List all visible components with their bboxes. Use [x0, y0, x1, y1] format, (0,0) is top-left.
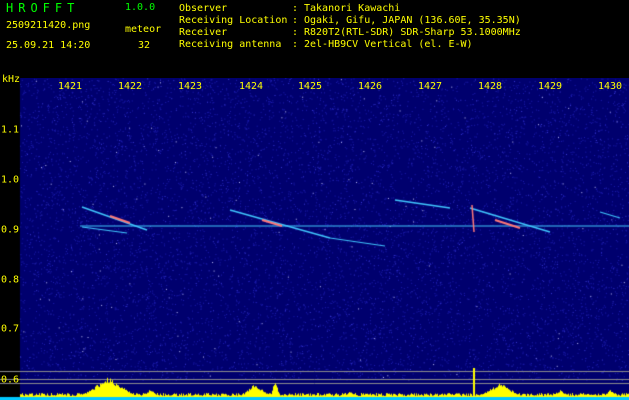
- x-tick-label: 1424: [238, 81, 264, 92]
- x-tick-label: 1425: [297, 81, 323, 92]
- meteor-count: 32: [138, 40, 151, 51]
- info-row-antenna: Receiving antenna:2el-HB9CV Vertical (el…: [179, 39, 473, 50]
- x-tick-label: 1422: [117, 81, 143, 92]
- info-value: R820T2(RTL-SDR) SDR-Sharp 53.1000MHz: [304, 27, 521, 38]
- app-title: HROFFT: [6, 1, 80, 15]
- info-row-location: Receiving Location: Ogaki, Gifu, JAPAN (1…: [179, 15, 521, 26]
- info-key: Receiving antenna: [179, 39, 282, 50]
- info-key: Receiving Location: [179, 15, 288, 26]
- info-separator: :: [292, 39, 299, 50]
- info-key: Observer: [179, 3, 228, 14]
- info-value: Takanori Kawachi: [304, 3, 401, 14]
- info-value: Ogaki, Gifu, JAPAN (136.60E, 35.35N): [304, 15, 521, 26]
- info-value: 2el-HB9CV Vertical (el. E-W): [304, 39, 473, 50]
- y-tick-label: 0.6: [1, 374, 20, 386]
- info-row-receiver: Receiver: R820T2(RTL-SDR) SDR-Sharp 53.10…: [179, 27, 521, 38]
- info-separator: :: [292, 27, 299, 38]
- info-key: Receiver: [179, 27, 228, 38]
- file-name: 2509211420.png: [6, 20, 91, 31]
- meteor-label: meteor: [125, 24, 162, 35]
- x-tick-label: 1429: [537, 81, 563, 92]
- info-separator: :: [292, 3, 299, 14]
- y-tick-label: 0.8: [1, 274, 20, 286]
- y-tick-label: 1.0: [1, 174, 20, 186]
- x-tick-label: 1428: [477, 81, 503, 92]
- x-tick-label: 1426: [357, 81, 383, 92]
- x-tick-label: 1427: [417, 81, 443, 92]
- info-row-observer: Observer: Takanori Kawachi: [179, 3, 400, 14]
- y-tick-label: 1.1: [1, 124, 20, 136]
- app-version: 1.0.0: [125, 2, 156, 13]
- date-time: 25.09.21 14:20: [6, 40, 91, 51]
- header-panel: HROFFT 1.0.0 2509211420.png meteor 25.09…: [0, 0, 629, 78]
- spectrogram-canvas: [0, 78, 629, 400]
- y-tick-label: 0.7: [1, 323, 20, 335]
- x-tick-label: 1430: [597, 81, 623, 92]
- y-axis-unit: kHz: [2, 74, 21, 85]
- info-separator: :: [292, 15, 299, 26]
- x-tick-label: 1421: [57, 81, 83, 92]
- x-tick-label: 1423: [177, 81, 203, 92]
- y-tick-label: 0.9: [1, 224, 20, 236]
